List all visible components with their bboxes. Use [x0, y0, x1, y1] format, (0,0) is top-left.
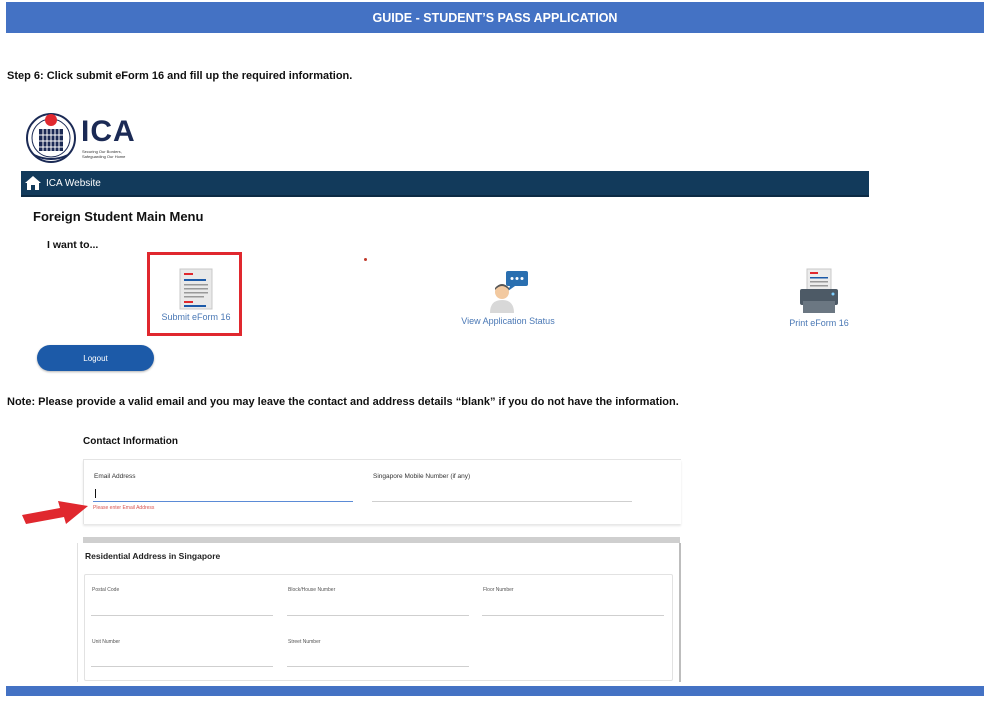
block-number-label: Block/House Number: [288, 587, 336, 593]
contact-info-card: [83, 459, 681, 524]
want-to-label: I want to...: [47, 239, 99, 251]
footer-banner: [6, 686, 984, 696]
submit-eform-tile[interactable]: Submit eForm 16: [152, 268, 240, 322]
note-text: Note: Please provide a valid email and y…: [7, 396, 679, 408]
street-number-input[interactable]: [287, 666, 469, 667]
ica-logo: ICA Securing Our Borders, Safeguarding O…: [24, 111, 164, 165]
email-label: Email Address: [94, 473, 136, 480]
home-icon[interactable]: [24, 174, 42, 192]
ica-crest-icon: [26, 113, 76, 163]
residential-card: [84, 574, 673, 681]
print-eform-label[interactable]: Print eForm 16: [783, 318, 855, 328]
mobile-input[interactable]: [372, 501, 632, 502]
block-number-input[interactable]: [287, 615, 469, 616]
postal-code-input[interactable]: [91, 615, 273, 616]
red-dot: [364, 258, 367, 261]
ica-logo-text: ICA: [81, 115, 136, 148]
email-input-caret: [95, 489, 96, 498]
view-status-tile[interactable]: View Application Status: [458, 270, 558, 326]
logout-button[interactable]: Logout: [37, 345, 154, 371]
floor-number-label: Floor Number: [483, 587, 514, 593]
unit-number-input[interactable]: [91, 666, 273, 667]
person-chat-icon: [490, 271, 528, 313]
printer-icon: [800, 268, 838, 313]
email-input[interactable]: [93, 501, 353, 502]
mobile-label: Singapore Mobile Number (if any): [373, 473, 471, 480]
document-icon: [179, 268, 213, 310]
unit-number-label: Unit Number: [92, 639, 121, 645]
floor-number-input[interactable]: [482, 615, 664, 616]
street-number-label: Street Number: [288, 639, 321, 645]
view-status-label[interactable]: View Application Status: [458, 316, 558, 326]
postal-code-label: Postal Code: [92, 587, 120, 593]
ica-navbar: ICA Website: [21, 171, 869, 197]
residential-title: Residential Address in Singapore: [85, 551, 221, 561]
submit-eform-label[interactable]: Submit eForm 16: [152, 312, 240, 322]
print-eform-tile[interactable]: Print eForm 16: [783, 268, 855, 328]
red-arrow-icon: [22, 501, 88, 524]
ica-tagline: Securing Our Borders, Safeguarding Our H…: [82, 149, 126, 159]
email-error: Please enter Email Address: [93, 505, 155, 511]
guide-title: GUIDE - STUDENT’S PASS APPLICATION: [372, 10, 618, 25]
main-menu-title: Foreign Student Main Menu: [33, 209, 204, 224]
guide-title-banner: GUIDE - STUDENT’S PASS APPLICATION: [6, 2, 984, 33]
ica-website-link[interactable]: ICA Website: [46, 178, 101, 189]
contact-info-title: Contact Information: [83, 436, 178, 447]
step-instruction: Step 6: Click submit eForm 16 and fill u…: [7, 70, 353, 82]
